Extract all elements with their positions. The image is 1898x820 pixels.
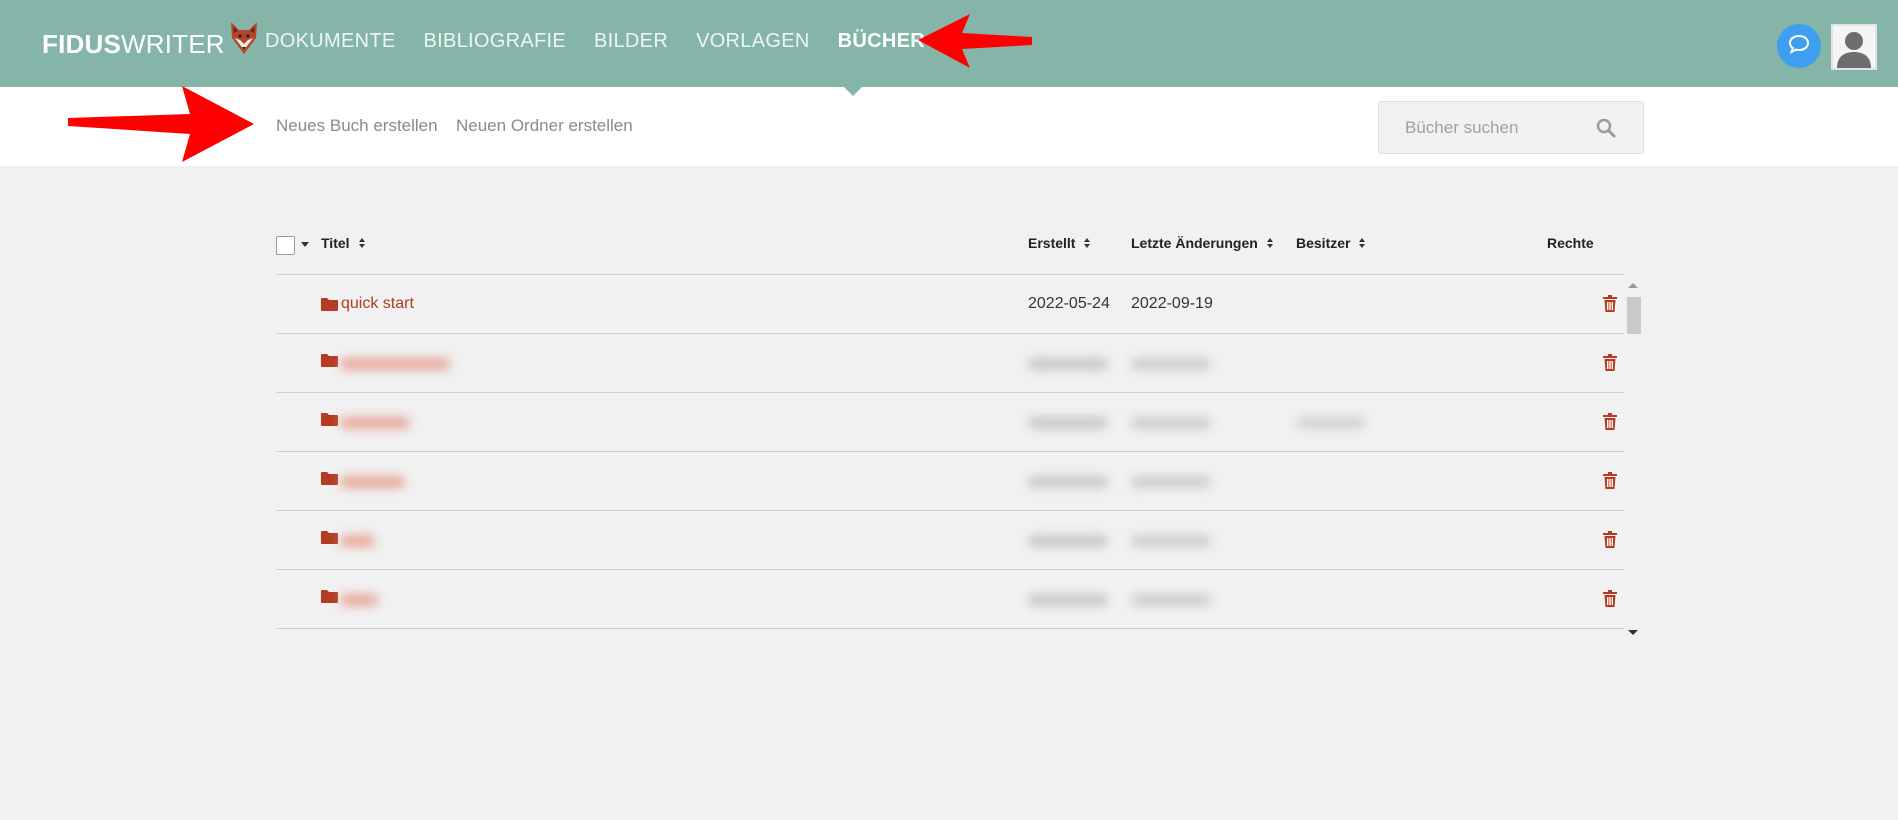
new-book-button[interactable]: Neues Buch erstellen [276,116,438,136]
folder-link[interactable]: quick start [321,295,414,313]
folder-link[interactable] [321,413,341,426]
column-owner-label: Besitzer [1296,235,1351,251]
trash-icon[interactable] [1602,413,1618,435]
main-nav: DOKUMENTE BIBLIOGRAFIE BILDER VORLAGEN B… [265,0,953,87]
table-body: quick start 2022-05-24 2022-09-19 [276,275,1624,629]
folder-link[interactable] [321,472,341,485]
trash-icon[interactable] [1602,531,1618,553]
folder-icon [321,472,338,485]
redacted-title [340,476,405,488]
table-header: Titel Erstellt Letzte Änderungen Besitze… [276,225,1624,275]
select-all-checkbox[interactable] [276,236,295,255]
redacted-modified [1131,594,1211,606]
sort-icon [1359,238,1366,248]
user-avatar-icon [1833,32,1875,68]
new-folder-button[interactable]: Neuen Ordner erstellen [456,116,633,136]
brand-name-bold: FIDUS [42,29,121,59]
column-created-label: Erstellt [1028,235,1076,251]
folder-link[interactable] [321,590,341,603]
trash-icon[interactable] [1602,295,1618,317]
sort-icon [1266,238,1274,248]
scroll-up-icon[interactable] [1628,283,1638,288]
scroll-down-icon[interactable] [1628,630,1638,635]
table-row [276,452,1624,511]
redacted-created [1028,358,1108,370]
modified-date: 2022-09-19 [1131,295,1213,312]
search-input[interactable] [1379,102,1589,153]
chat-button[interactable] [1777,24,1821,68]
column-header-rights: Rechte [1547,235,1594,251]
search-field[interactable] [1378,101,1644,154]
folder-link[interactable] [321,354,341,367]
nav-bibliografie[interactable]: BIBLIOGRAFIE [423,30,566,53]
redacted-title [340,535,375,547]
nav-dokumente[interactable]: DOKUMENTE [265,30,395,53]
redacted-owner [1296,417,1366,429]
brand-name-light: WRITER [121,29,225,59]
sort-icon [1084,238,1091,248]
trash-icon[interactable] [1602,590,1618,612]
redacted-title [340,358,450,370]
annotation-arrow-icon [918,14,1032,68]
redacted-modified [1131,358,1211,370]
folder-link[interactable] [321,531,341,544]
folder-icon [321,531,338,544]
table-scrollbar[interactable] [1624,275,1642,635]
action-bar: Neues Buch erstellen Neuen Ordner erstel… [0,87,1898,166]
fox-logo-icon [229,20,259,63]
redacted-created [1028,476,1108,488]
column-header-owner[interactable]: Besitzer [1296,235,1366,251]
chevron-down-icon[interactable] [301,242,309,247]
search-icon[interactable] [1596,118,1616,143]
nav-bilder[interactable]: BILDER [594,30,668,53]
folder-icon [321,297,338,311]
table-row [276,570,1624,629]
table-row: quick start 2022-05-24 2022-09-19 [276,275,1624,334]
column-header-modified[interactable]: Letzte Änderungen [1131,235,1274,251]
column-title-label: Titel [321,235,350,251]
redacted-modified [1131,476,1211,488]
active-nav-caret [843,86,863,96]
sort-icon [358,238,366,248]
folder-icon [321,354,338,367]
chat-icon [1788,34,1810,59]
trash-icon[interactable] [1602,472,1618,494]
folder-name: quick start [341,295,414,312]
redacted-title [340,594,378,606]
redacted-created [1028,535,1108,547]
column-header-created[interactable]: Erstellt [1028,235,1091,251]
created-date: 2022-05-24 [1028,295,1110,312]
annotation-arrow-icon [68,86,254,162]
brand-logo[interactable]: FIDUS WRITER [42,22,259,63]
column-modified-label: Letzte Änderungen [1131,235,1258,251]
redacted-created [1028,594,1108,606]
scrollbar-thumb[interactable] [1627,297,1641,334]
table-row [276,511,1624,570]
redacted-created [1028,417,1108,429]
table-row [276,334,1624,393]
column-rights-label: Rechte [1547,235,1594,251]
folder-icon [321,590,338,603]
nav-vorlagen[interactable]: VORLAGEN [696,30,810,53]
nav-buecher[interactable]: BÜCHER [838,30,925,53]
redacted-modified [1131,535,1211,547]
folder-icon [321,413,338,426]
trash-icon[interactable] [1602,354,1618,376]
redacted-modified [1131,417,1211,429]
user-avatar[interactable] [1831,24,1877,70]
table-row [276,393,1624,452]
column-header-title[interactable]: Titel [321,235,366,251]
redacted-title [340,417,410,429]
